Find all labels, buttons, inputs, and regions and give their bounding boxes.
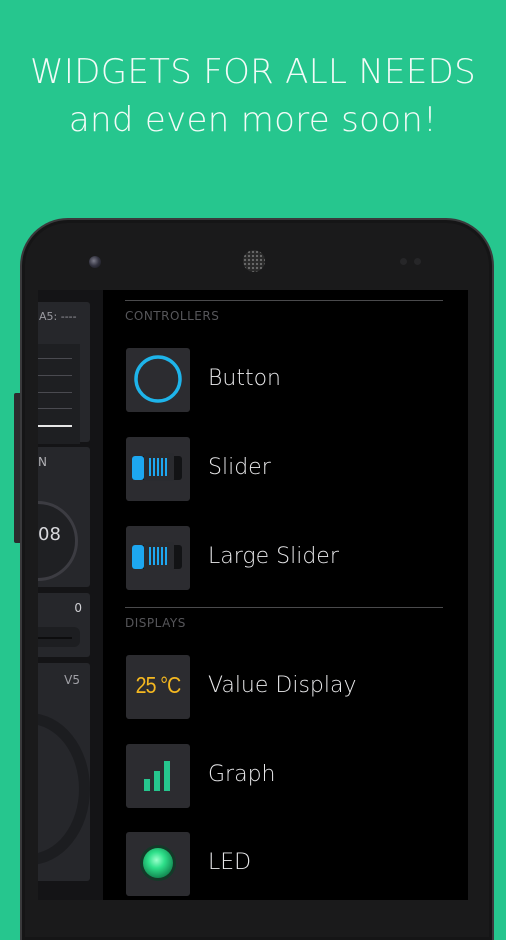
dashboard-panel: A5: ---- N 08 0 V5: [38, 290, 103, 900]
widget-label: LED: [208, 850, 252, 875]
bar-graph-icon: [126, 744, 190, 808]
section-title-displays: DISPLAYS: [125, 616, 186, 630]
widget-label: Graph: [208, 762, 276, 787]
phone-screen: A5: ---- N 08 0 V5 CONTROLLERS Button Sl…: [38, 290, 468, 900]
dashboard-tile-slider[interactable]: 0: [38, 593, 90, 657]
section-title-controllers: CONTROLLERS: [125, 309, 220, 323]
section-divider: [125, 607, 443, 608]
widget-box-drawer: CONTROLLERS Button Slider Large Slider D…: [103, 290, 468, 900]
value-display-icon: 25 °C: [126, 655, 190, 719]
value-display-text: 25 °C: [135, 672, 182, 698]
pin-label: A5: ----: [39, 310, 77, 323]
slider-track[interactable]: [38, 627, 80, 647]
front-camera-icon: [89, 256, 101, 268]
promo-headline: WIDGETS FOR ALL NEEDS: [30, 52, 476, 92]
section-divider: [125, 300, 443, 301]
widget-item-led[interactable]: LED: [126, 832, 446, 898]
button-ring-icon: [126, 348, 190, 412]
widget-item-graph[interactable]: Graph: [126, 744, 446, 810]
widget-label: Slider: [208, 455, 271, 480]
large-slider-icon: [126, 526, 190, 590]
level-meter: [38, 344, 80, 444]
dashboard-tile-pin[interactable]: A5: ----: [38, 302, 90, 444]
gauge-pin-label: V5: [64, 673, 80, 687]
proximity-sensor-icon: [400, 258, 407, 265]
widget-label: Button: [208, 366, 282, 391]
widget-item-slider[interactable]: Slider: [126, 437, 446, 503]
dashboard-tile-knob[interactable]: N 08: [38, 447, 90, 587]
knob-value: 08: [38, 524, 61, 545]
promo-subheadline: and even more soon!: [68, 100, 438, 140]
knob-label: N: [38, 455, 47, 469]
gauge-arc: [38, 713, 90, 865]
light-sensor-icon: [414, 258, 421, 265]
widget-item-value-display[interactable]: 25 °C Value Display: [126, 655, 446, 721]
dashboard-tile-gauge[interactable]: V5: [38, 663, 90, 881]
widget-item-large-slider[interactable]: Large Slider: [126, 526, 446, 592]
slider-icon: [126, 437, 190, 501]
widget-item-button[interactable]: Button: [126, 348, 446, 414]
widget-label: Value Display: [208, 673, 357, 698]
slider-value: 0: [74, 601, 82, 615]
led-icon: [126, 832, 190, 896]
widget-label: Large Slider: [208, 544, 339, 569]
earpiece-speaker-icon: [243, 250, 265, 272]
page-indicator-dots: [46, 888, 86, 890]
